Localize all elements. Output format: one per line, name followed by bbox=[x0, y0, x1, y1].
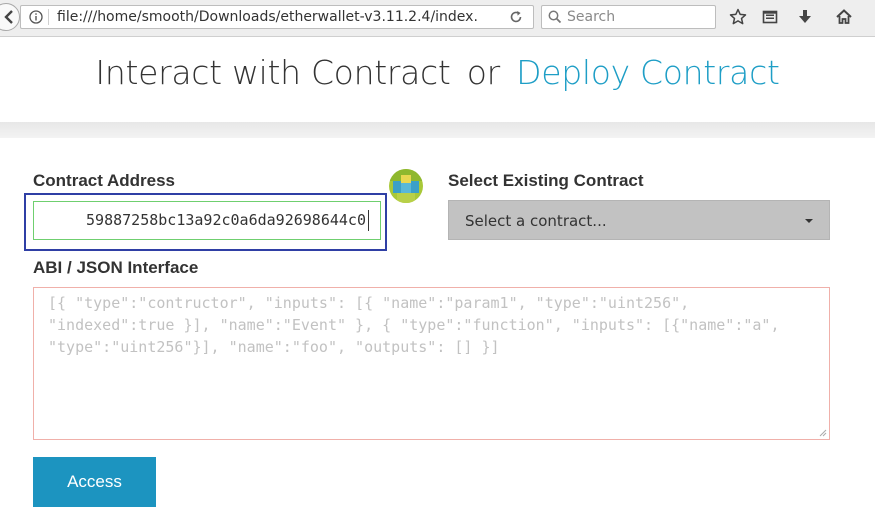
resize-grip-icon[interactable] bbox=[819, 429, 827, 437]
select-contract-value: Select a contract... bbox=[465, 212, 607, 230]
address-identicon bbox=[389, 169, 423, 203]
page-title: Interact with Contract or Deploy Contrac… bbox=[0, 53, 875, 92]
select-contract-dropdown[interactable]: Select a contract... bbox=[448, 200, 830, 240]
or-text: or bbox=[466, 53, 500, 92]
search-placeholder: Search bbox=[567, 9, 616, 25]
browser-toolbar: file:///home/smooth/Downloads/etherwalle… bbox=[0, 0, 875, 37]
deploy-contract-link[interactable]: Deploy Contract bbox=[516, 53, 780, 92]
contract-address-label: Contract Address bbox=[33, 171, 176, 190]
reading-list-icon[interactable] bbox=[762, 9, 778, 25]
abi-json-textarea[interactable]: [{ "type":"contructor", "inputs": [{ "na… bbox=[33, 287, 830, 440]
reload-icon[interactable] bbox=[509, 10, 523, 24]
url-bar[interactable]: file:///home/smooth/Downloads/etherwalle… bbox=[20, 5, 534, 29]
bookmark-star-icon[interactable] bbox=[729, 8, 747, 26]
back-button[interactable] bbox=[0, 3, 20, 31]
section-divider bbox=[0, 122, 875, 138]
downloads-icon[interactable] bbox=[798, 9, 812, 25]
contract-address-value: 59887258bc13a92c0a6da92698644c0 bbox=[86, 211, 366, 229]
access-button[interactable]: Access bbox=[33, 457, 156, 507]
abi-json-label: ABI / JSON Interface bbox=[33, 258, 199, 277]
home-icon[interactable] bbox=[835, 8, 853, 25]
interact-contract-heading: Interact with Contract bbox=[95, 53, 451, 92]
select-contract-label: Select Existing Contract bbox=[448, 171, 644, 190]
abi-json-placeholder: [{ "type":"contructor", "inputs": [{ "na… bbox=[48, 294, 780, 356]
chevron-down-icon bbox=[805, 219, 813, 223]
url-separator bbox=[48, 9, 49, 25]
search-icon bbox=[548, 10, 562, 24]
search-bar[interactable]: Search bbox=[541, 5, 716, 29]
url-text[interactable]: file:///home/smooth/Downloads/etherwalle… bbox=[57, 9, 478, 25]
text-cursor bbox=[368, 210, 369, 231]
back-arrow-icon bbox=[4, 10, 13, 24]
contract-address-input[interactable]: 59887258bc13a92c0a6da92698644c0 bbox=[33, 201, 381, 240]
info-icon[interactable] bbox=[29, 10, 43, 24]
